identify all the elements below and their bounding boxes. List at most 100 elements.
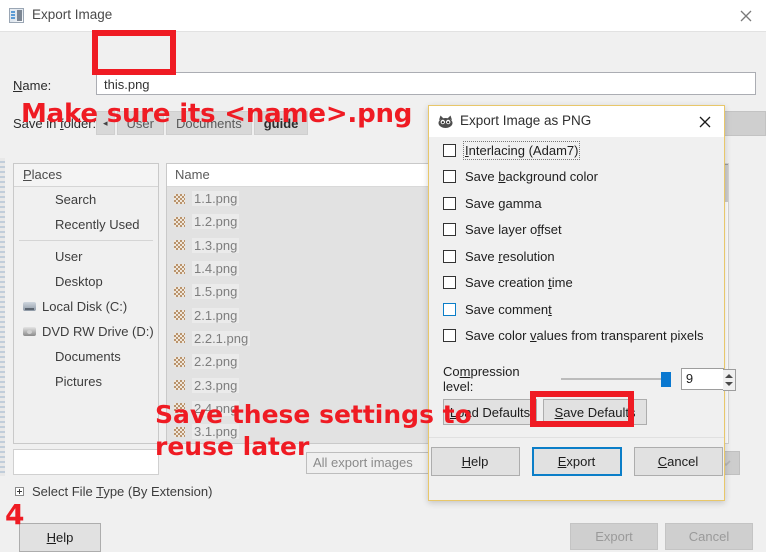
place-icon-blank [22,275,38,288]
image-file-icon [9,8,24,23]
screenshot-root: Export Image Name: Save in folder: ◂ Use… [0,0,766,552]
checkbox-save-resolution[interactable]: Save resolution [429,243,724,270]
export-image-titlebar: Export Image [0,0,766,31]
checkbox-box [443,329,456,343]
compression-value: 9 [685,371,694,386]
places-header: Places [14,164,158,187]
places-footer-panel [13,449,159,475]
checkbox-box [443,302,456,316]
cancel-button[interactable]: Cancel [665,523,753,550]
compression-level-label: Compression level: [443,364,520,394]
dialog-divider [429,437,724,438]
name-label: Name: [13,78,52,93]
place-item-pictures[interactable]: Pictures [14,369,158,394]
place-icon-blank [22,375,38,388]
place-label: Pictures [55,374,102,389]
annotation-text-save-line2: reuse later [155,432,310,461]
checkbox-box [443,170,456,184]
select-file-type-expander[interactable]: Select File Type (By Extension) [15,484,212,499]
file-type-combo[interactable]: All export images [306,452,431,474]
place-icon-blank [22,218,38,231]
hard-disk-icon [22,300,38,313]
png-thumbnail-icon [174,216,185,227]
compression-level-row: Compression level: 9 [429,364,736,394]
png-thumbnail-icon [174,286,185,297]
checkbox-label: Save resolution [465,248,555,264]
place-label: DVD RW Drive (D:) [42,324,154,339]
png-thumbnail-icon [174,333,185,344]
place-item-local-disk[interactable]: Local Disk (C:) [14,294,158,319]
annotation-text-save-line1: Save these settings to [155,400,472,429]
png-thumbnail-icon [174,356,185,367]
filename-input[interactable] [96,72,756,95]
checkbox-save-comment[interactable]: Save comment [429,296,724,323]
checkbox-interlacing[interactable]: Interlacing (Adam7) [429,137,724,164]
checkbox-save-color-values[interactable]: Save color values from transparent pixel… [429,323,724,350]
place-label: Local Disk (C:) [42,299,128,314]
spinner-buttons[interactable] [723,369,736,391]
gimp-wilber-icon [437,114,454,129]
slider-knob[interactable] [660,372,671,387]
annotation-box-filename [92,30,176,75]
annotation-step-number: 4 [5,498,25,531]
close-icon[interactable] [695,112,716,131]
place-item-desktop[interactable]: Desktop [14,269,158,294]
dvd-drive-icon [22,325,38,338]
place-label: User [55,249,83,264]
checkbox-label: Save background color [465,169,598,185]
place-item-documents[interactable]: Documents [14,344,158,369]
spinner-down-icon[interactable] [725,382,733,386]
annotation-text-filename: Make sure its <name>.png [21,99,413,129]
compression-slider[interactable] [561,372,671,387]
png-dialog-title: Export Image as PNG [460,113,592,128]
checkbox-label: Interlacing (Adam7) [462,140,581,160]
places-divider [19,240,153,241]
checkbox-label: Save gamma [465,195,542,211]
png-thumbnail-icon [174,240,185,251]
select-file-type-label: Select File Type (By Extension) [32,484,213,499]
checkbox-box [443,223,456,237]
checkbox-save-creation-time[interactable]: Save creation time [429,270,724,297]
place-item-search[interactable]: Search [14,187,158,212]
checkbox-box [443,143,456,157]
cancel-button[interactable]: Cancel [633,447,723,476]
checkbox-save-layer-offset[interactable]: Save layer offset [429,217,724,244]
place-item-recently-used[interactable]: Recently Used [14,212,158,237]
export-png-dialog: Export Image as PNG Interlacing (Adam7) … [428,105,736,501]
export-button[interactable]: Export [570,523,658,550]
checkbox-label: Save comment [465,301,552,317]
place-label: Recently Used [55,217,140,232]
places-pane: Places Search Recently Used User Desktop… [13,163,159,444]
plus-icon [15,487,24,496]
place-item-user[interactable]: User [14,244,158,269]
place-icon-blank [22,350,38,363]
slider-track [561,378,671,380]
export-button[interactable]: Export [531,447,622,476]
checkbox-save-background-color[interactable]: Save background color [429,164,724,191]
place-label: Search [55,192,97,207]
place-label: Documents [55,349,121,364]
window-title: Export Image [32,7,113,22]
png-thumbnail-icon [174,193,185,204]
annotation-box-save-defaults [530,391,634,427]
left-edge-artifact [0,158,5,476]
checkbox-box [443,249,456,263]
checkbox-box [443,276,456,290]
compression-spinner[interactable]: 9 [680,368,736,391]
help-button[interactable]: Help [19,523,101,552]
checkbox-label: Save creation time [465,275,573,291]
png-thumbnail-icon [174,380,185,391]
place-icon-blank [22,193,38,206]
help-button[interactable]: Help [430,447,520,476]
checkbox-label: Save color values from transparent pixel… [465,328,704,344]
png-dialog-actions: Help Export Cancel [429,447,724,476]
place-item-dvd-drive[interactable]: DVD RW Drive (D:) [14,319,158,344]
png-thumbnail-icon [174,263,185,274]
close-icon[interactable] [735,6,757,26]
place-label: Desktop [55,274,103,289]
png-thumbnail-icon [174,310,185,321]
spinner-up-icon[interactable] [725,374,733,378]
png-dialog-titlebar: Export Image as PNG [429,106,724,137]
checkbox-save-gamma[interactable]: Save gamma [429,190,724,217]
place-icon-blank [22,250,38,263]
